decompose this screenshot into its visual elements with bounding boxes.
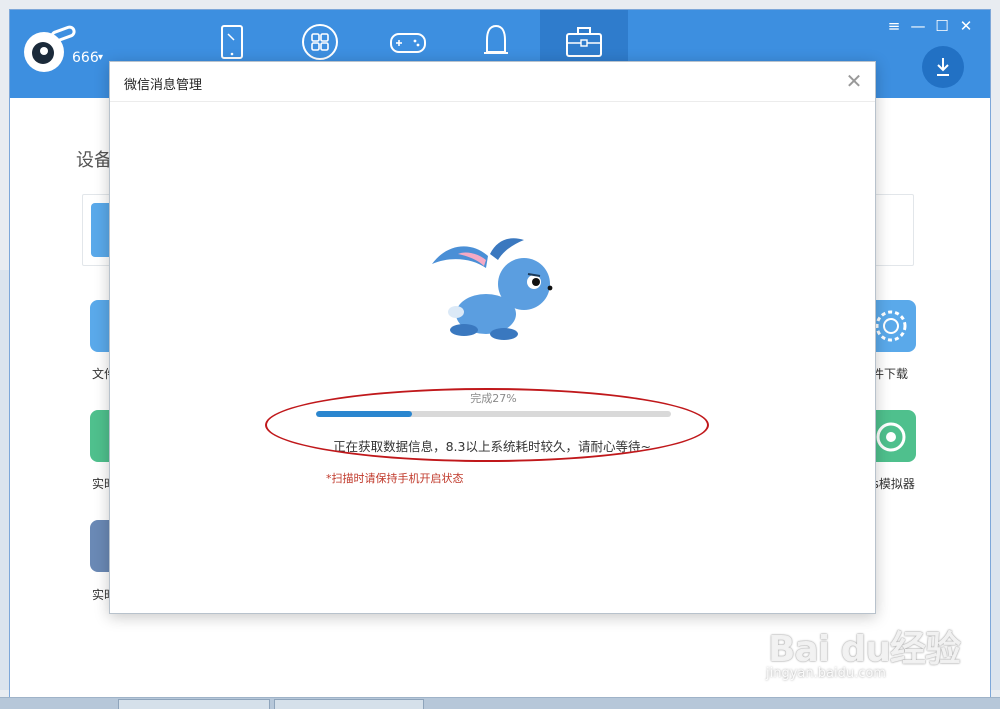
taskbar-item-app[interactable] [118,699,270,709]
app-logo-ear [48,23,78,45]
running-rabbit-icon [432,238,553,340]
gamepad-icon [390,33,426,53]
watermark-brand: Bai du经验 [768,629,961,670]
taskbar-item-window[interactable] [274,699,424,709]
user-menu-caret-icon[interactable]: ▾ [98,52,103,63]
taskbar [0,697,1000,709]
wechat-message-dialog: 微信消息管理 ✕ 完成27% 正在获取数据信息，8.3以上系统耗时较久，请耐心等… [109,61,876,614]
menu-icon[interactable]: ≡ [882,14,906,38]
background-window-left [0,270,9,690]
phone-icon [221,25,243,59]
download-icon [937,58,949,76]
apps-grid-icon [302,24,338,60]
tool-label-firmware-download: 件下载 [872,367,909,381]
close-icon[interactable]: ✕ [954,14,978,38]
minimize-icon[interactable]: — [906,14,930,38]
window-controls: ≡ — ☐ ✕ [882,14,982,38]
baidu-jingyan-watermark: Bai du经验 jingyan.baidu.com [762,600,962,690]
annotation-ellipse [265,388,709,462]
dialog-title: 微信消息管理 [124,78,203,93]
warning-message: *扫描时请保持手机开启状态 [326,472,464,485]
download-button[interactable] [922,46,964,88]
user-name[interactable]: 666 [72,50,99,66]
dialog-header: 微信消息管理 ✕ [110,62,875,102]
device-section-title: 设备 [76,150,112,171]
watermark-url: jingyan.baidu.com [766,666,886,681]
dialog-close-button[interactable]: ✕ [843,70,865,92]
background-window-right [991,270,1000,690]
bell-icon [484,24,508,54]
maximize-icon[interactable]: ☐ [930,14,954,38]
toolbox-icon [566,27,602,57]
